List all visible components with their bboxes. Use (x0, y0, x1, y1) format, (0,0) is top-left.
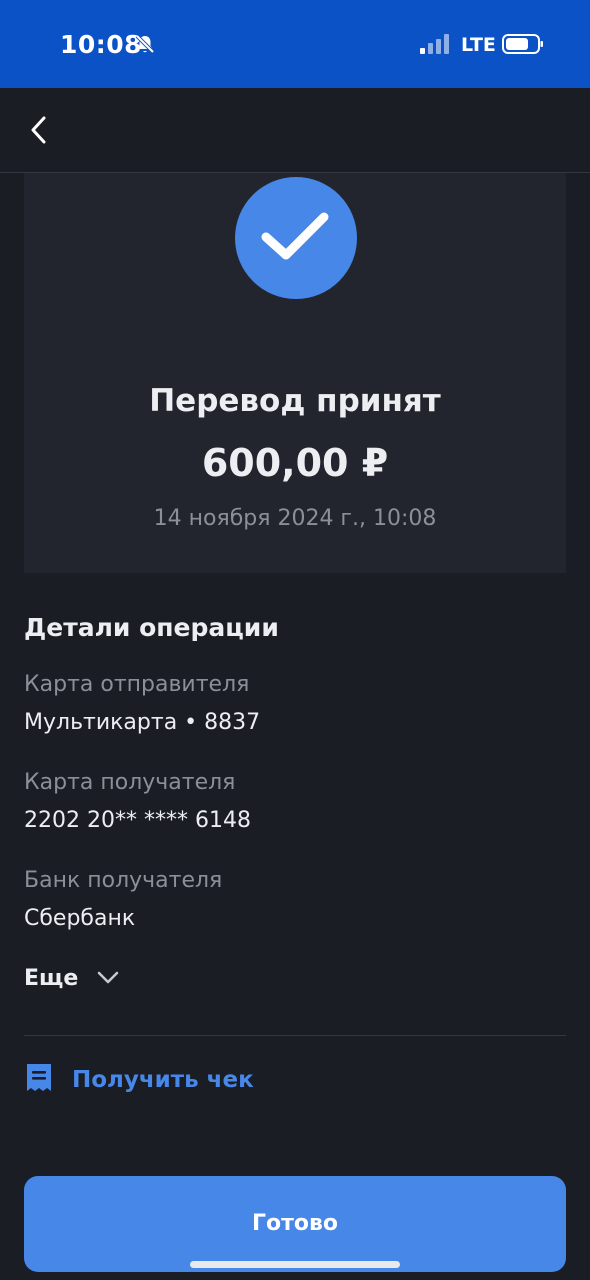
done-button[interactable]: Готово (24, 1176, 566, 1272)
chevron-down-icon (96, 969, 120, 989)
bell-muted-icon (134, 33, 156, 55)
get-receipt-button[interactable]: Получить чек (24, 1062, 254, 1098)
show-more-button[interactable]: Еще (24, 966, 120, 991)
chevron-left-icon[interactable] (26, 114, 54, 146)
recipient-bank-label: Банк получателя (24, 868, 223, 893)
top-navigation-bar (0, 88, 590, 173)
signal-icon (420, 34, 452, 54)
home-indicator (190, 1261, 400, 1268)
sender-card-label: Карта отправителя (24, 672, 250, 697)
receipt-icon (24, 1062, 54, 1098)
transfer-result-card: Перевод принят 600,00 ₽ 14 ноября 2024 г… (24, 173, 566, 573)
get-receipt-label: Получить чек (72, 1067, 254, 1093)
recipient-bank-value: Сбербанк (24, 906, 136, 931)
details-section-title: Детали операции (24, 613, 279, 642)
status-time: 10:08 (60, 30, 143, 59)
status-bar: 10:08 LTE (0, 0, 590, 88)
show-more-label: Еще (24, 966, 79, 991)
checkmark-icon (235, 177, 357, 299)
transfer-status-title: Перевод принят (149, 383, 441, 419)
divider (24, 1035, 566, 1036)
recipient-card-label: Карта получателя (24, 770, 236, 795)
recipient-card-value: 2202 20** **** 6148 (24, 808, 251, 833)
sender-card-value: Мультикарта • 8837 (24, 710, 261, 735)
network-type: LTE (461, 34, 496, 56)
transfer-amount: 600,00 ₽ (201, 441, 389, 485)
battery-icon (502, 34, 544, 54)
transfer-datetime: 14 ноября 2024 г., 10:08 (153, 506, 437, 531)
